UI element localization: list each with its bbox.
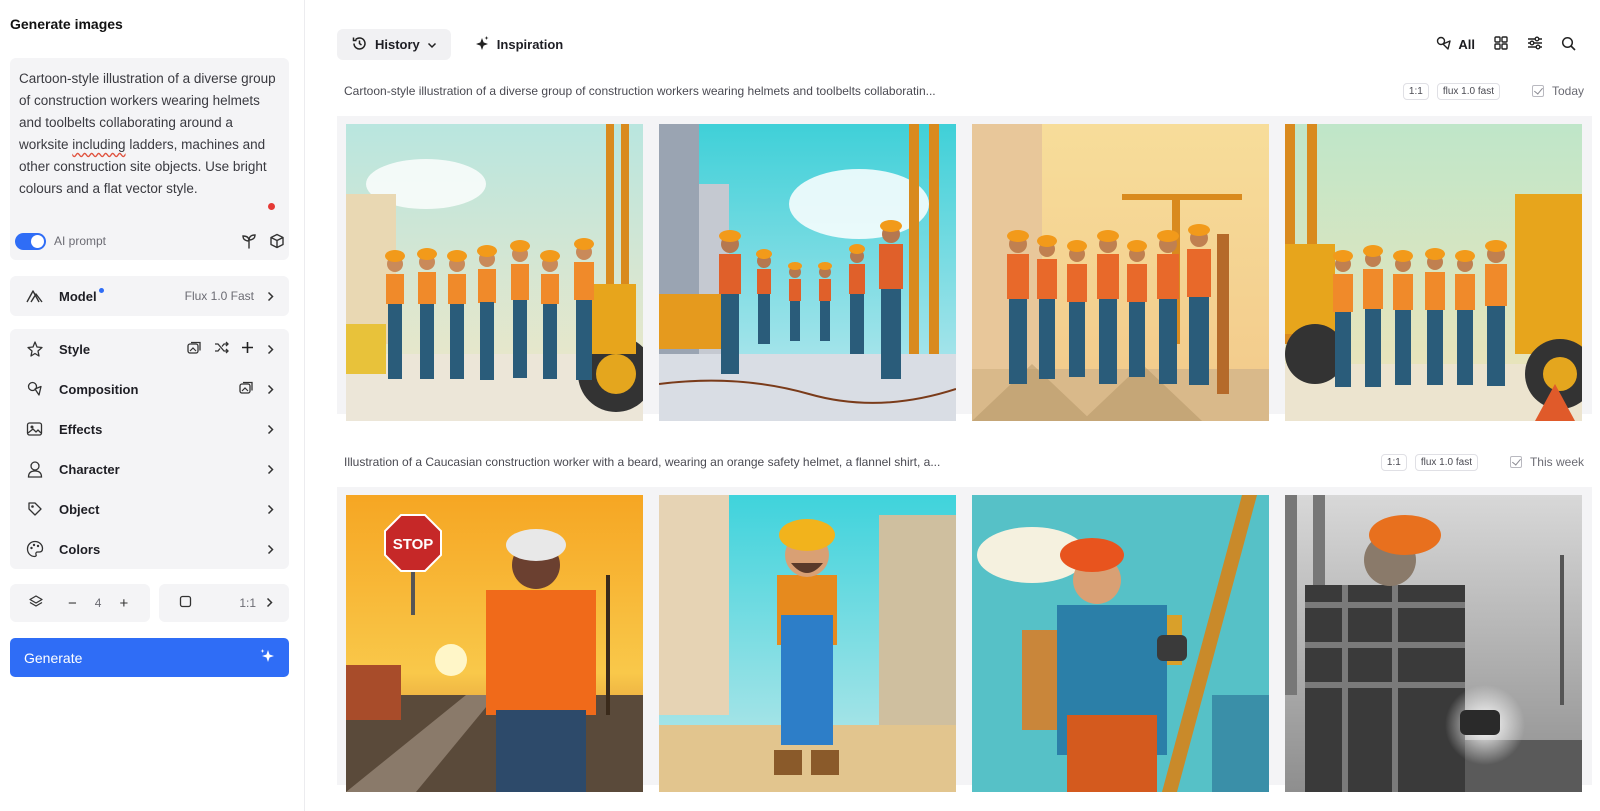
chevron-right-icon <box>266 464 274 475</box>
image-count-stepper: − 4 + <box>10 584 150 622</box>
svg-text:STOP: STOP <box>393 536 434 553</box>
shapes-filter-icon <box>1436 36 1452 53</box>
sidebar-title: Generate images <box>10 16 123 32</box>
generated-image[interactable] <box>1285 124 1582 421</box>
generated-image[interactable] <box>659 124 956 421</box>
generation-prompt-title[interactable]: Cartoon-style illustration of a diverse … <box>344 84 936 98</box>
model-new-dot <box>98 287 104 293</box>
main-toolbar: History Inspiration <box>337 29 577 60</box>
model-panel: Model Flux 1.0 Fast <box>10 276 289 316</box>
sparkle-icon <box>473 35 490 55</box>
grid-view-icon[interactable] <box>1493 35 1509 54</box>
ai-prompt-toggle[interactable] <box>15 232 46 250</box>
inspiration-label: Inspiration <box>496 37 564 52</box>
character-icon <box>25 460 45 478</box>
style-gallery-icon[interactable] <box>187 341 202 358</box>
shuffle-icon[interactable] <box>214 341 229 357</box>
generate-label: Generate <box>24 649 83 666</box>
sliders-icon[interactable] <box>1527 35 1543 54</box>
history-tab[interactable]: History <box>337 29 451 60</box>
filter-label: All <box>1458 37 1475 52</box>
ai-prompt-row: AI prompt <box>15 230 285 252</box>
prompt-spellcheck-word[interactable]: including <box>72 137 125 152</box>
select-group-checkbox[interactable]: This week <box>1509 455 1584 469</box>
chevron-right-icon <box>266 384 274 395</box>
group-date: This week <box>1529 455 1584 469</box>
model-value: Flux 1.0 Fast <box>184 289 254 303</box>
ai-prompt-label: AI prompt <box>54 234 107 248</box>
options-panel: Style Composition Effects Character Obje… <box>10 329 289 569</box>
sparkle-icon <box>259 648 275 667</box>
aspect-ratio-value: 1:1 <box>239 596 256 610</box>
ratio-chip: 1:1 <box>1402 82 1429 100</box>
generated-image[interactable] <box>972 495 1269 792</box>
prompt-editor[interactable]: Cartoon-style illustration of a diverse … <box>10 58 289 260</box>
history-label: History <box>375 37 420 52</box>
option-label: Effects <box>59 421 103 437</box>
inspiration-tab[interactable]: Inspiration <box>459 29 577 60</box>
generation-prompt-title[interactable]: Illustration of a Caucasian construction… <box>344 455 940 469</box>
option-effects[interactable]: Effects <box>10 409 289 449</box>
cube-icon[interactable] <box>269 233 285 249</box>
option-label: Colors <box>59 541 101 557</box>
option-label: Character <box>59 461 120 477</box>
history-icon <box>351 35 368 55</box>
option-composition[interactable]: Composition <box>10 369 289 409</box>
aspect-ratio-selector[interactable]: 1:1 <box>159 584 289 622</box>
select-group-checkbox[interactable]: Today <box>1531 84 1584 98</box>
prompt-text[interactable]: Cartoon-style illustration of a diverse … <box>19 68 277 200</box>
model-selector[interactable]: Model Flux 1.0 Fast <box>10 276 289 316</box>
option-label: Style <box>59 341 91 357</box>
checkbox-icon <box>1509 456 1522 468</box>
chevron-right-icon <box>266 424 274 435</box>
generated-image[interactable] <box>972 124 1269 421</box>
object-icon <box>25 500 45 518</box>
generate-button[interactable]: Generate <box>10 638 289 677</box>
generation-image-row: STOP <box>337 487 1592 792</box>
search-icon[interactable] <box>1561 36 1576 54</box>
model-label: Model <box>59 288 97 304</box>
style-icon <box>25 340 45 358</box>
generation-group-header: Illustration of a Caucasian construction… <box>344 452 1584 472</box>
filter-all-button[interactable]: All <box>1436 36 1475 53</box>
square-icon <box>179 595 192 611</box>
effects-icon <box>25 421 45 437</box>
palette-icon <box>25 540 45 558</box>
chevron-down-icon <box>427 37 437 52</box>
generated-image[interactable] <box>1285 495 1582 792</box>
option-style[interactable]: Style <box>10 329 289 369</box>
generated-image[interactable] <box>659 495 956 792</box>
generated-image[interactable]: STOP <box>346 495 643 792</box>
generation-image-row <box>337 116 1592 421</box>
generated-image[interactable] <box>346 124 643 421</box>
option-label: Object <box>59 501 100 517</box>
option-object[interactable]: Object <box>10 489 289 529</box>
composition-gallery-icon[interactable] <box>239 381 254 398</box>
layers-icon <box>28 594 44 613</box>
ratio-chip: 1:1 <box>1380 453 1407 471</box>
model-chip: flux 1.0 fast <box>1436 82 1500 100</box>
model-icon <box>25 289 45 303</box>
view-controls: All <box>1436 35 1576 54</box>
increment-button[interactable]: + <box>119 595 128 612</box>
image-count-value[interactable]: 4 <box>95 596 102 610</box>
chevron-right-icon <box>266 596 273 611</box>
checkbox-icon <box>1531 85 1544 97</box>
generate-sidebar: Generate images Cartoon-style illustrati… <box>0 0 305 811</box>
group-date: Today <box>1551 84 1584 98</box>
generation-group-header: Cartoon-style illustration of a diverse … <box>344 81 1584 101</box>
composition-icon <box>25 380 45 398</box>
option-label: Composition <box>59 381 139 397</box>
chevron-right-icon <box>266 544 274 555</box>
chevron-right-icon <box>266 344 274 355</box>
chevron-right-icon <box>266 291 274 302</box>
model-chip: flux 1.0 fast <box>1414 453 1478 471</box>
option-colors[interactable]: Colors <box>10 529 289 569</box>
chevron-right-icon <box>266 504 274 515</box>
sprout-icon[interactable] <box>241 233 257 249</box>
unsaved-indicator <box>268 203 275 210</box>
add-icon[interactable] <box>241 341 254 357</box>
option-character[interactable]: Character <box>10 449 289 489</box>
decrement-button[interactable]: − <box>68 595 77 612</box>
